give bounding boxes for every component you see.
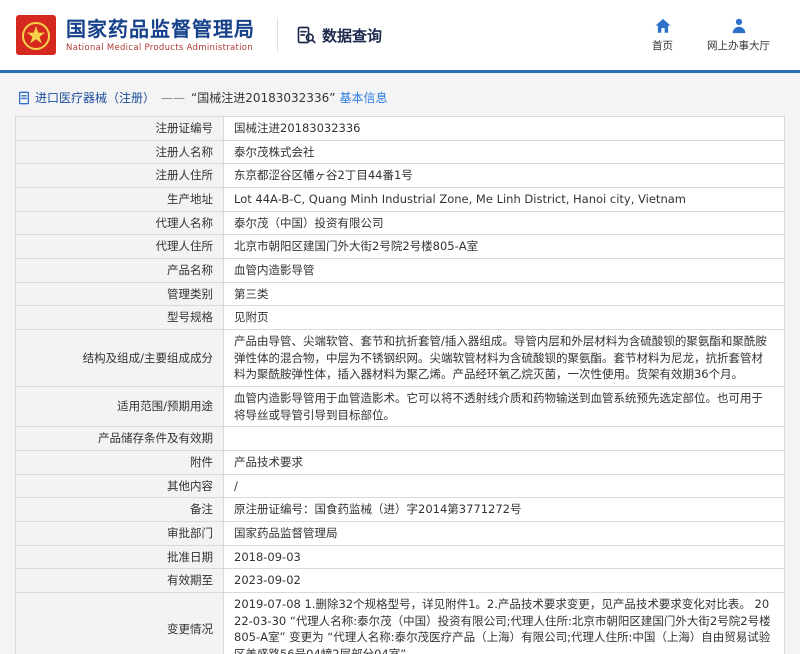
main-content: 进口医疗器械（注册） —— “国械注进20183032336” 基本信息 注册证…: [0, 73, 800, 654]
row-label: 其他内容: [16, 474, 224, 498]
table-row: 附件产品技术要求: [16, 451, 785, 475]
row-value: /: [224, 474, 785, 498]
row-value: 原注册证编号：国食药监械（进）字2014第3771272号: [224, 498, 785, 522]
nav-home-label: 首页: [652, 38, 673, 53]
row-value: 国家药品监督管理局: [224, 522, 785, 546]
breadcrumb-separator: ——: [161, 91, 185, 105]
home-icon: [654, 17, 672, 35]
row-value: 北京市朝阳区建国门外大街2号院2号楼805-A室: [224, 235, 785, 259]
table-row: 生产地址Lot 44A-B-C, Quang Minh Industrial Z…: [16, 188, 785, 212]
data-query-tab[interactable]: 数据查询: [296, 25, 382, 46]
row-label: 代理人名称: [16, 211, 224, 235]
table-row: 适用范围/预期用途血管内造影导管用于血管造影术。它可以将不透射线介质和药物输送到…: [16, 387, 785, 427]
nav-service-hall[interactable]: 网上办事大厅: [707, 17, 770, 53]
row-value: 2023-09-02: [224, 569, 785, 593]
table-row: 产品名称血管内造影导管: [16, 259, 785, 283]
row-value: 第三类: [224, 282, 785, 306]
row-label: 生产地址: [16, 188, 224, 212]
table-row: 注册人住所东京都涩谷区幡ヶ谷2丁目44番1号: [16, 164, 785, 188]
table-row: 审批部门国家药品监督管理局: [16, 522, 785, 546]
breadcrumb-title: 基本信息: [339, 89, 387, 106]
table-row: 管理类别第三类: [16, 282, 785, 306]
site-header: 国家药品监督管理局 National Medical Products Admi…: [0, 0, 800, 70]
row-label: 有效期至: [16, 569, 224, 593]
row-value: Lot 44A-B-C, Quang Minh Industrial Zone,…: [224, 188, 785, 212]
breadcrumb-registration-id: “国械注进20183032336”: [191, 89, 335, 106]
row-label: 变更情况: [16, 593, 224, 654]
row-value: 2019-07-08 1.删除32个规格型号，详见附件1。2.产品技术要求变更，…: [224, 593, 785, 654]
row-value: 2018-09-03: [224, 545, 785, 569]
table-row: 有效期至2023-09-02: [16, 569, 785, 593]
row-label: 适用范围/预期用途: [16, 387, 224, 427]
breadcrumb: 进口医疗器械（注册） —— “国械注进20183032336” 基本信息: [17, 89, 785, 106]
data-query-label: 数据查询: [322, 25, 382, 46]
table-row: 代理人名称泰尔茂（中国）投资有限公司: [16, 211, 785, 235]
row-value: 产品由导管、尖端软管、套节和抗折套管/插入器组成。导管内层和外层材料为含硫酸钡的…: [224, 330, 785, 387]
nmpa-emblem-logo[interactable]: [16, 15, 56, 55]
table-row: 产品储存条件及有效期: [16, 427, 785, 451]
row-label: 产品名称: [16, 259, 224, 283]
site-title: 国家药品监督管理局: [66, 17, 255, 41]
table-row: 批准日期2018-09-03: [16, 545, 785, 569]
registration-info-table: 注册证编号国械注进20183032336注册人名称泰尔茂株式会社注册人住所东京都…: [15, 116, 785, 654]
table-row: 代理人住所北京市朝阳区建国门外大街2号院2号楼805-A室: [16, 235, 785, 259]
table-row: 备注原注册证编号：国食药监械（进）字2014第3771272号: [16, 498, 785, 522]
data-query-icon: [296, 25, 316, 45]
row-label: 管理类别: [16, 282, 224, 306]
row-label: 结构及组成/主要组成成分: [16, 330, 224, 387]
row-label: 型号规格: [16, 306, 224, 330]
table-row: 变更情况2019-07-08 1.删除32个规格型号，详见附件1。2.产品技术要…: [16, 593, 785, 654]
row-label: 代理人住所: [16, 235, 224, 259]
row-value: 东京都涩谷区幡ヶ谷2丁目44番1号: [224, 164, 785, 188]
header-divider: [277, 18, 278, 52]
row-value: 血管内造影导管用于血管造影术。它可以将不透射线介质和药物输送到血管系统预先选定部…: [224, 387, 785, 427]
nav-service-hall-label: 网上办事大厅: [707, 38, 770, 53]
row-label: 附件: [16, 451, 224, 475]
row-label: 审批部门: [16, 522, 224, 546]
site-subtitle: National Medical Products Administration: [66, 43, 255, 53]
table-row: 其他内容/: [16, 474, 785, 498]
row-label: 注册人名称: [16, 140, 224, 164]
row-value: 国械注进20183032336: [224, 117, 785, 141]
row-value: 血管内造影导管: [224, 259, 785, 283]
person-icon: [730, 17, 748, 35]
row-value: 泰尔茂（中国）投资有限公司: [224, 211, 785, 235]
row-value: 见附页: [224, 306, 785, 330]
site-titles: 国家药品监督管理局 National Medical Products Admi…: [66, 17, 255, 53]
row-value: 产品技术要求: [224, 451, 785, 475]
table-row: 注册人名称泰尔茂株式会社: [16, 140, 785, 164]
row-label: 备注: [16, 498, 224, 522]
table-row: 结构及组成/主要组成成分产品由导管、尖端软管、套节和抗折套管/插入器组成。导管内…: [16, 330, 785, 387]
nav-home[interactable]: 首页: [652, 17, 673, 53]
row-label: 产品储存条件及有效期: [16, 427, 224, 451]
row-label: 注册证编号: [16, 117, 224, 141]
row-value: 泰尔茂株式会社: [224, 140, 785, 164]
document-icon: [17, 91, 35, 105]
row-label: 批准日期: [16, 545, 224, 569]
header-nav: 首页 网上办事大厅: [652, 17, 770, 53]
table-row: 型号规格见附页: [16, 306, 785, 330]
row-label: 注册人住所: [16, 164, 224, 188]
breadcrumb-category[interactable]: 进口医疗器械（注册）: [35, 89, 155, 106]
header-left: 国家药品监督管理局 National Medical Products Admi…: [16, 15, 382, 55]
row-value: [224, 427, 785, 451]
table-row: 注册证编号国械注进20183032336: [16, 117, 785, 141]
